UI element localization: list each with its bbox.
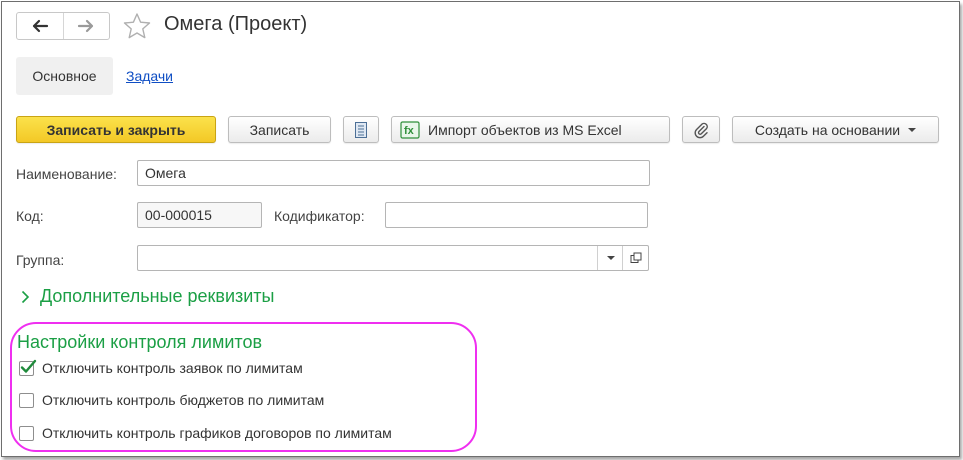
codifier-field[interactable] [385, 202, 648, 228]
create-based-on-button[interactable]: Создать на основании [732, 116, 939, 143]
additional-attributes-label: Дополнительные реквизиты [40, 286, 275, 306]
limit-checkbox-requests[interactable]: Отключить контроль заявок по лимитам [19, 359, 303, 376]
tab-main[interactable]: Основное [16, 57, 113, 95]
checkbox[interactable] [19, 425, 34, 441]
import-excel-label: Импорт объектов из MS Excel [428, 121, 622, 138]
svg-text:fx: fx [404, 125, 415, 137]
excel-icon: fx [400, 120, 420, 139]
checkbox[interactable] [19, 359, 37, 376]
checkbox[interactable] [19, 392, 34, 408]
checkbox-label: Отключить контроль бюджетов по лимитам [42, 392, 325, 408]
limit-checkbox-budgets[interactable]: Отключить контроль бюджетов по лимитам [19, 392, 324, 408]
attach-button[interactable] [682, 116, 720, 143]
arrow-right-icon [78, 19, 94, 33]
additional-attributes-expander[interactable]: Дополнительные реквизиты [21, 286, 275, 307]
arrow-left-icon [32, 19, 48, 33]
create-based-on-label: Создать на основании [754, 121, 901, 138]
limits-section-title: Настройки контроля лимитов [17, 332, 263, 352]
paperclip-icon [694, 122, 708, 138]
star-icon [123, 13, 151, 39]
checkbox-label: Отключить контроль заявок по лимитам [42, 360, 303, 376]
list-button[interactable] [343, 116, 379, 143]
save-and-close-button[interactable]: Записать и закрыть [16, 116, 216, 143]
group-dropdown-button[interactable] [597, 246, 623, 270]
group-field[interactable] [137, 245, 649, 271]
chevron-right-icon [21, 290, 30, 303]
limit-checkbox-contract-schedules[interactable]: Отключить контроль графиков договоров по… [19, 425, 392, 441]
group-field-value [138, 250, 145, 266]
checkbox-label: Отключить контроль графиков договоров по… [42, 425, 392, 441]
page-title: Омега (Проект) [164, 13, 308, 35]
chevron-down-icon [606, 256, 615, 260]
code-field[interactable]: 00-000015 [137, 202, 262, 228]
name-field[interactable]: Омега [137, 160, 650, 186]
favorite-button[interactable] [122, 12, 152, 43]
group-label: Группа: [16, 252, 65, 268]
window-frame: Омега (Проект) Основное Задачи Записать … [1, 1, 960, 457]
chevron-down-icon [908, 127, 917, 132]
tab-tasks[interactable]: Задачи [126, 68, 173, 84]
forward-button[interactable] [62, 13, 110, 39]
code-label: Код: [16, 208, 44, 224]
group-open-button[interactable] [622, 246, 648, 270]
list-icon [355, 121, 367, 138]
back-button[interactable] [17, 13, 63, 39]
open-form-icon [630, 252, 641, 263]
nav-buttons [16, 12, 110, 40]
name-label: Наименование: [16, 166, 117, 182]
save-button[interactable]: Записать [228, 116, 331, 143]
import-excel-button[interactable]: fx Импорт объектов из MS Excel [391, 116, 670, 143]
checkmark-icon [20, 359, 37, 373]
codifier-label: Кодификатор: [274, 208, 365, 224]
